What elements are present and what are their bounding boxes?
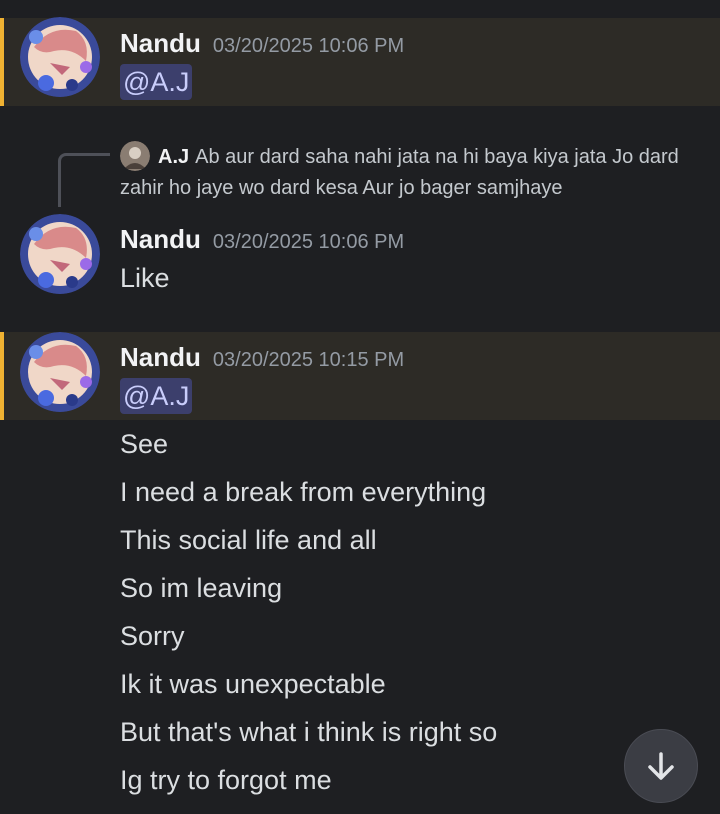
avatar[interactable] (20, 332, 100, 412)
author-name[interactable]: Nandu (120, 342, 201, 372)
scroll-to-bottom-button[interactable] (624, 729, 698, 803)
message-author[interactable]: Nandu 03/20/2025 10:06 PM (120, 224, 404, 255)
message-timestamp: 03/20/2025 10:06 PM (212, 231, 405, 253)
avatar[interactable] (20, 214, 100, 294)
message-text: Sorry (120, 621, 185, 651)
message-text: Like (120, 263, 170, 293)
author-name[interactable]: Nandu (120, 28, 201, 58)
message-author[interactable]: Nandu 03/20/2025 10:15 PM (120, 342, 404, 373)
user-mention[interactable]: @A.J (120, 64, 193, 100)
arrow-down-icon (648, 752, 674, 780)
reply-author[interactable]: A.J (158, 146, 189, 168)
message-text: This social life and all (120, 525, 377, 555)
message-text: See (120, 429, 169, 459)
reply-content: Ab aur dard saha nahi jata na hi baya ki… (120, 146, 679, 199)
author-name[interactable]: Nandu (120, 224, 201, 254)
message-text: Ik it was unexpectable (120, 669, 386, 699)
message-timestamp: 03/20/2025 10:15 PM (212, 349, 405, 371)
chat-messages: Nandu 03/20/2025 10:06 PM @A.J A.J Ab aur … (0, 0, 720, 814)
message-text: I need a break from everything (120, 477, 487, 507)
avatar[interactable] (20, 17, 100, 97)
reply-preview[interactable]: A.J Ab aur dard saha nahi jata na hi baya… (120, 142, 680, 204)
message-text: So im leaving (120, 573, 283, 603)
message-timestamp: 03/20/2025 10:06 PM (212, 35, 405, 57)
message-author[interactable]: Nandu 03/20/2025 10:06 PM (120, 28, 404, 59)
reply-connector (58, 153, 110, 207)
message-text: But that's what i think is right so (120, 717, 498, 747)
user-mention[interactable]: @A.J (120, 378, 193, 414)
message-text: Ig try to forgot me (120, 765, 332, 795)
